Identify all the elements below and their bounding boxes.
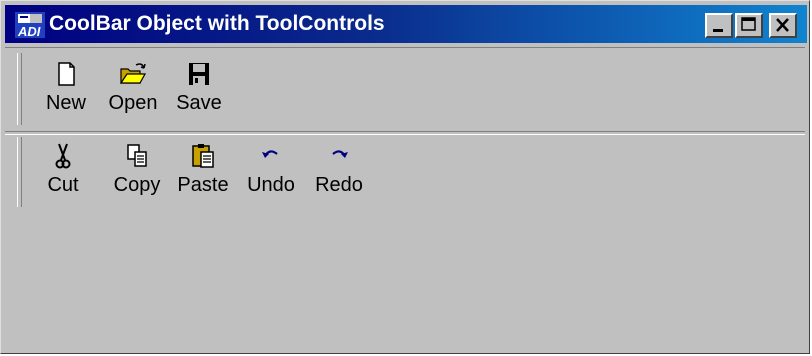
- open-button[interactable]: Open: [105, 59, 161, 115]
- cut-label: Cut: [47, 174, 79, 196]
- band-separator: [5, 131, 805, 135]
- paste-button[interactable]: Paste: [173, 141, 233, 197]
- minimize-button[interactable]: [705, 13, 733, 38]
- save-label: Save: [176, 92, 222, 114]
- redo-label: Redo: [315, 174, 363, 196]
- save-button[interactable]: Save: [171, 59, 227, 115]
- copy-icon: [122, 141, 152, 171]
- window-title: CoolBar Object with ToolControls: [49, 12, 385, 35]
- close-button[interactable]: [769, 13, 797, 38]
- undo-button[interactable]: Undo: [243, 141, 299, 197]
- copy-label: Copy: [113, 174, 161, 196]
- paste-label: Paste: [177, 174, 229, 196]
- svg-text:ADI: ADI: [17, 24, 41, 38]
- undo-label: Undo: [247, 174, 295, 196]
- new-file-icon: [51, 59, 81, 89]
- app-icon[interactable]: ADI: [15, 12, 45, 39]
- cut-button[interactable]: Cut: [47, 141, 79, 197]
- new-button[interactable]: New: [41, 59, 91, 115]
- save-disk-icon: [184, 59, 214, 89]
- band-1-grip-handle[interactable]: [17, 53, 22, 125]
- maximize-icon: [741, 17, 756, 31]
- paste-clipboard-icon: [188, 141, 218, 171]
- cut-scissors-icon: [48, 141, 78, 171]
- coolbar-top-edge: [5, 47, 805, 48]
- app-window: ADI CoolBar Object with ToolControls New…: [0, 0, 810, 354]
- close-icon: [776, 18, 789, 32]
- maximize-button[interactable]: [735, 13, 763, 38]
- redo-button[interactable]: Redo: [311, 141, 367, 197]
- copy-button[interactable]: Copy: [109, 141, 165, 197]
- band-2-grip-handle[interactable]: [17, 137, 22, 207]
- undo-icon: [256, 141, 286, 171]
- open-label: Open: [108, 92, 158, 114]
- redo-icon: [324, 141, 354, 171]
- minimize-icon: [713, 29, 723, 32]
- new-label: New: [45, 92, 86, 114]
- open-folder-icon: [118, 59, 148, 89]
- title-bar[interactable]: ADI CoolBar Object with ToolControls: [5, 5, 807, 43]
